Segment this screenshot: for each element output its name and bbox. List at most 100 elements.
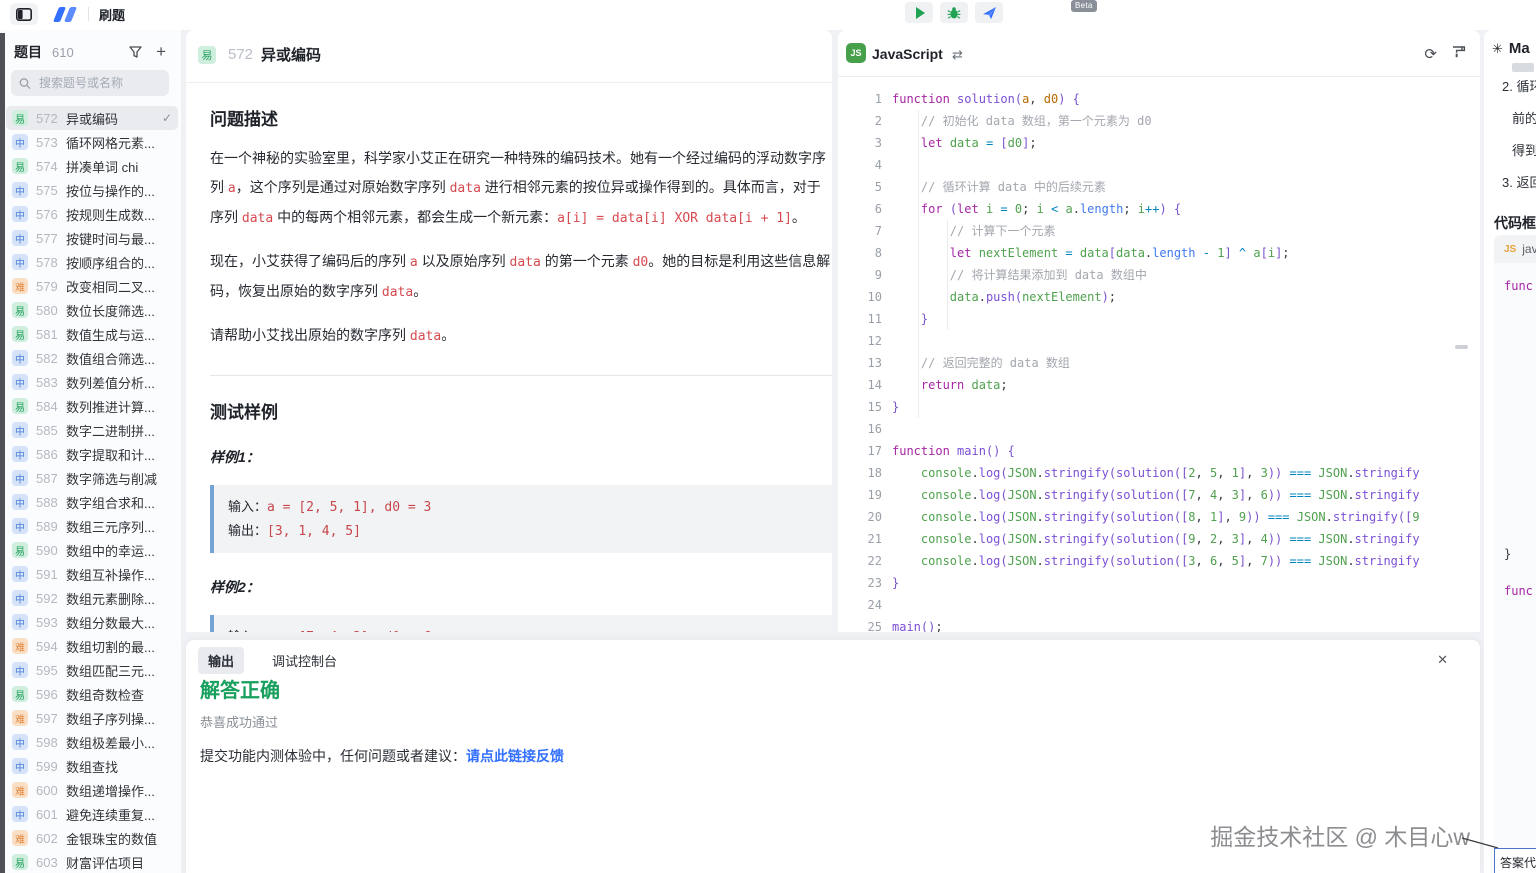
code-line: console.log(JSON.stringify(solution([7, … — [892, 484, 1472, 506]
problem-title: 数组极差最小... — [66, 733, 172, 752]
list-item[interactable]: 中591数组互补操作... — [6, 562, 178, 586]
list-item[interactable]: 难602金银珠宝的数值 — [6, 826, 178, 850]
problem-number: 582 — [36, 351, 62, 366]
list-item[interactable]: 易574拼凑单词 chi — [6, 154, 178, 178]
code-token: , — [1246, 532, 1260, 546]
list-item[interactable]: 中576按规则生成数... — [6, 202, 178, 226]
editor-scrollbar-thumb[interactable] — [1455, 345, 1468, 349]
example-code-block: 输入：a = [7, 4, 3], d0 = 6输出：[6, 1, 5, 6] — [210, 615, 832, 632]
code-token: stringify — [1044, 466, 1109, 480]
filter-button[interactable] — [129, 46, 142, 58]
code-token: ; — [1123, 202, 1137, 216]
close-icon[interactable]: ✕ — [1437, 652, 1448, 668]
code-token: . — [1037, 466, 1044, 480]
feedback-link[interactable]: 请点此链接反馈 — [466, 748, 564, 764]
code-token — [892, 466, 921, 480]
list-item[interactable]: 中577按键时间与最... — [6, 226, 178, 250]
list-item[interactable]: 中583数列差值分析... — [6, 370, 178, 394]
difficulty-badge: 中 — [12, 350, 28, 366]
problem-panel: 易 572 异或编码 问题描述 在一个神秘的实验室里，科学家小艾正在研究一种特殊… — [186, 30, 832, 632]
search-input[interactable] — [37, 75, 161, 91]
code-token: console — [921, 554, 972, 568]
code-token: JSON — [1318, 488, 1347, 502]
code-token: return — [921, 378, 972, 392]
list-item[interactable]: 中599数组查找 — [6, 754, 178, 778]
reset-code-icon[interactable]: ⟳ — [1424, 45, 1437, 63]
code-token: solution — [1116, 466, 1174, 480]
code-token: ^ — [1232, 246, 1254, 260]
list-item[interactable]: 难594数组切割的最... — [6, 634, 178, 658]
list-item[interactable]: 难597数组子序列操... — [6, 706, 178, 730]
code-token — [892, 532, 921, 546]
code-line: console.log(JSON.stringify(solution([9, … — [892, 528, 1472, 550]
inline-code: data — [242, 211, 273, 226]
answer-code-tab[interactable]: 答案代 — [1494, 848, 1536, 873]
list-item[interactable]: 易580数位长度筛选... — [6, 298, 178, 322]
list-item[interactable]: 中598数组极差最小... — [6, 730, 178, 754]
problem-title: 改变相同二叉... — [66, 277, 172, 296]
debug-button[interactable] — [940, 2, 968, 23]
tab-output[interactable]: 输出 — [198, 647, 244, 674]
list-item[interactable]: 中587数字筛选与削减 — [6, 466, 178, 490]
code-token: ([ — [1398, 510, 1412, 524]
list-item[interactable]: 中586数字提取和计... — [6, 442, 178, 466]
list-item[interactable]: 中595数组匹配三元... — [6, 658, 178, 682]
code-token: , — [1246, 488, 1260, 502]
text-segment: 。 — [413, 283, 427, 299]
code-token: === — [1282, 488, 1318, 502]
list-item[interactable]: 易590数组中的幸运... — [6, 538, 178, 562]
outline-fragment: 代码框 — [1494, 213, 1536, 233]
problem-title: 按位与操作的... — [66, 181, 172, 200]
list-item[interactable]: 中575按位与操作的... — [6, 178, 178, 202]
code-token: ( — [1015, 290, 1022, 304]
io-label: 输入： — [228, 499, 267, 514]
list-item[interactable]: 中589数组三元序列... — [6, 514, 178, 538]
inline-code: a — [228, 181, 236, 196]
list-item[interactable]: 中585数字二进制拼... — [6, 418, 178, 442]
list-item[interactable]: 中582数值组合筛选... — [6, 346, 178, 370]
code-token: stringify — [1044, 532, 1109, 546]
code-token: () — [921, 620, 935, 632]
list-item[interactable]: 易581数值生成与运... — [6, 322, 178, 346]
code-token: data — [971, 378, 1000, 392]
list-item[interactable]: 中578按顺序组合的... — [6, 250, 178, 274]
code-token: , — [1217, 554, 1231, 568]
add-problem-button[interactable]: + — [156, 45, 166, 59]
code-token — [892, 136, 921, 150]
submit-button[interactable]: Beta — [975, 2, 1003, 23]
tab-debug-console[interactable]: 调试控制台 — [262, 647, 347, 674]
code-token: function — [892, 444, 957, 458]
list-item[interactable]: 中588数字组合求和... — [6, 490, 178, 514]
run-button[interactable] — [905, 2, 933, 23]
list-item[interactable]: 中593数组分数最大... — [6, 610, 178, 634]
list-item[interactable]: 易596数组奇数检查 — [6, 682, 178, 706]
sidebar-toggle-button[interactable] — [10, 3, 38, 25]
list-item[interactable]: 难579改变相同二叉... — [6, 274, 178, 298]
app-logo[interactable] — [56, 7, 74, 22]
list-item[interactable]: 中592数组元素删除... — [6, 586, 178, 610]
code-token: log — [979, 554, 1001, 568]
code-token: push — [986, 290, 1015, 304]
code-token: ([ — [1174, 466, 1188, 480]
code-token: d0 — [1044, 92, 1058, 106]
code-token: ] — [1224, 246, 1231, 260]
list-item[interactable]: 易584数列推进计算... — [6, 394, 178, 418]
code-token: ( — [950, 202, 957, 216]
problem-number: 586 — [36, 447, 62, 462]
list-item[interactable]: 难600数组递增操作... — [6, 778, 178, 802]
list-item[interactable]: 易603财富评估项目 — [6, 850, 178, 873]
code-token: ([ — [1174, 510, 1188, 524]
list-item[interactable]: 中601避免连续重复... — [6, 802, 178, 826]
format-code-icon[interactable] — [1451, 45, 1466, 63]
list-item[interactable]: 中573循环网格元素... — [6, 130, 178, 154]
code-token: , — [1196, 510, 1210, 524]
text-segment: 请帮助小艾找出原始的数字序列 — [210, 327, 410, 343]
difficulty-badge: 中 — [12, 494, 28, 510]
language-switch-icon[interactable]: ⇄ — [952, 47, 963, 63]
line-number: 5 — [838, 176, 882, 198]
difficulty-badge: 易 — [12, 326, 28, 342]
list-item[interactable]: 易572异或编码✓ — [6, 106, 178, 130]
code-line: for (let i = 0; i < a.length; i++) { — [892, 198, 1472, 220]
search-box[interactable] — [11, 70, 169, 96]
code-token: ( — [1109, 532, 1116, 546]
